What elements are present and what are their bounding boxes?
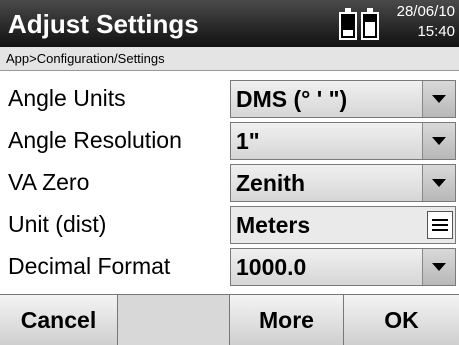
setting-row-angle-units: Angle Units DMS (° ' ") [0,79,459,120]
unit-dist-list[interactable]: Meters [230,206,456,244]
setting-row-angle-resolution: Angle Resolution 1" [0,121,459,162]
setting-row-unit-dist: Unit (dist) Meters [0,205,459,246]
setting-label: Angle Resolution [8,127,182,153]
decimal-format-select[interactable]: 1000.0 [230,248,456,286]
time-text: 15:40 [417,23,455,40]
more-button[interactable]: More [230,295,344,345]
angle-units-select[interactable]: DMS (° ' ") [230,80,456,118]
select-value: Zenith [236,170,305,196]
battery-icon [361,8,379,40]
setting-label: Decimal Format [8,253,171,279]
dropdown-arrow-icon[interactable] [422,249,455,285]
blank-softkey[interactable] [118,295,230,345]
page-title: Adjust Settings [8,9,199,39]
softkey-bar: Cancel More OK [0,294,459,345]
setting-row-va-zero: VA Zero Zenith [0,163,459,204]
cancel-button[interactable]: Cancel [0,295,118,345]
select-value: 1000.0 [236,254,307,280]
select-value: 1" [236,128,260,154]
battery-icon [339,8,357,40]
setting-row-decimal-format: Decimal Format 1000.0 [0,247,459,288]
dropdown-arrow-icon[interactable] [422,123,455,159]
breadcrumb: App>Configuration/Settings [0,47,459,71]
setting-label: Unit (dist) [8,211,107,237]
setting-label: Angle Units [8,85,126,111]
select-value: Meters [236,212,311,238]
dropdown-arrow-icon[interactable] [422,81,455,117]
select-value: DMS (° ' ") [236,86,348,112]
setting-label: VA Zero [8,169,90,195]
list-icon[interactable] [427,211,453,239]
ok-button[interactable]: OK [344,295,459,345]
date-text: 28/06/10 [396,3,455,20]
va-zero-select[interactable]: Zenith [230,164,456,202]
angle-resolution-select[interactable]: 1" [230,122,456,160]
dropdown-arrow-icon[interactable] [422,165,455,201]
title-bar: Adjust Settings 28/06/10 15:40 [0,0,459,47]
datetime: 28/06/10 15:40 [397,2,455,42]
